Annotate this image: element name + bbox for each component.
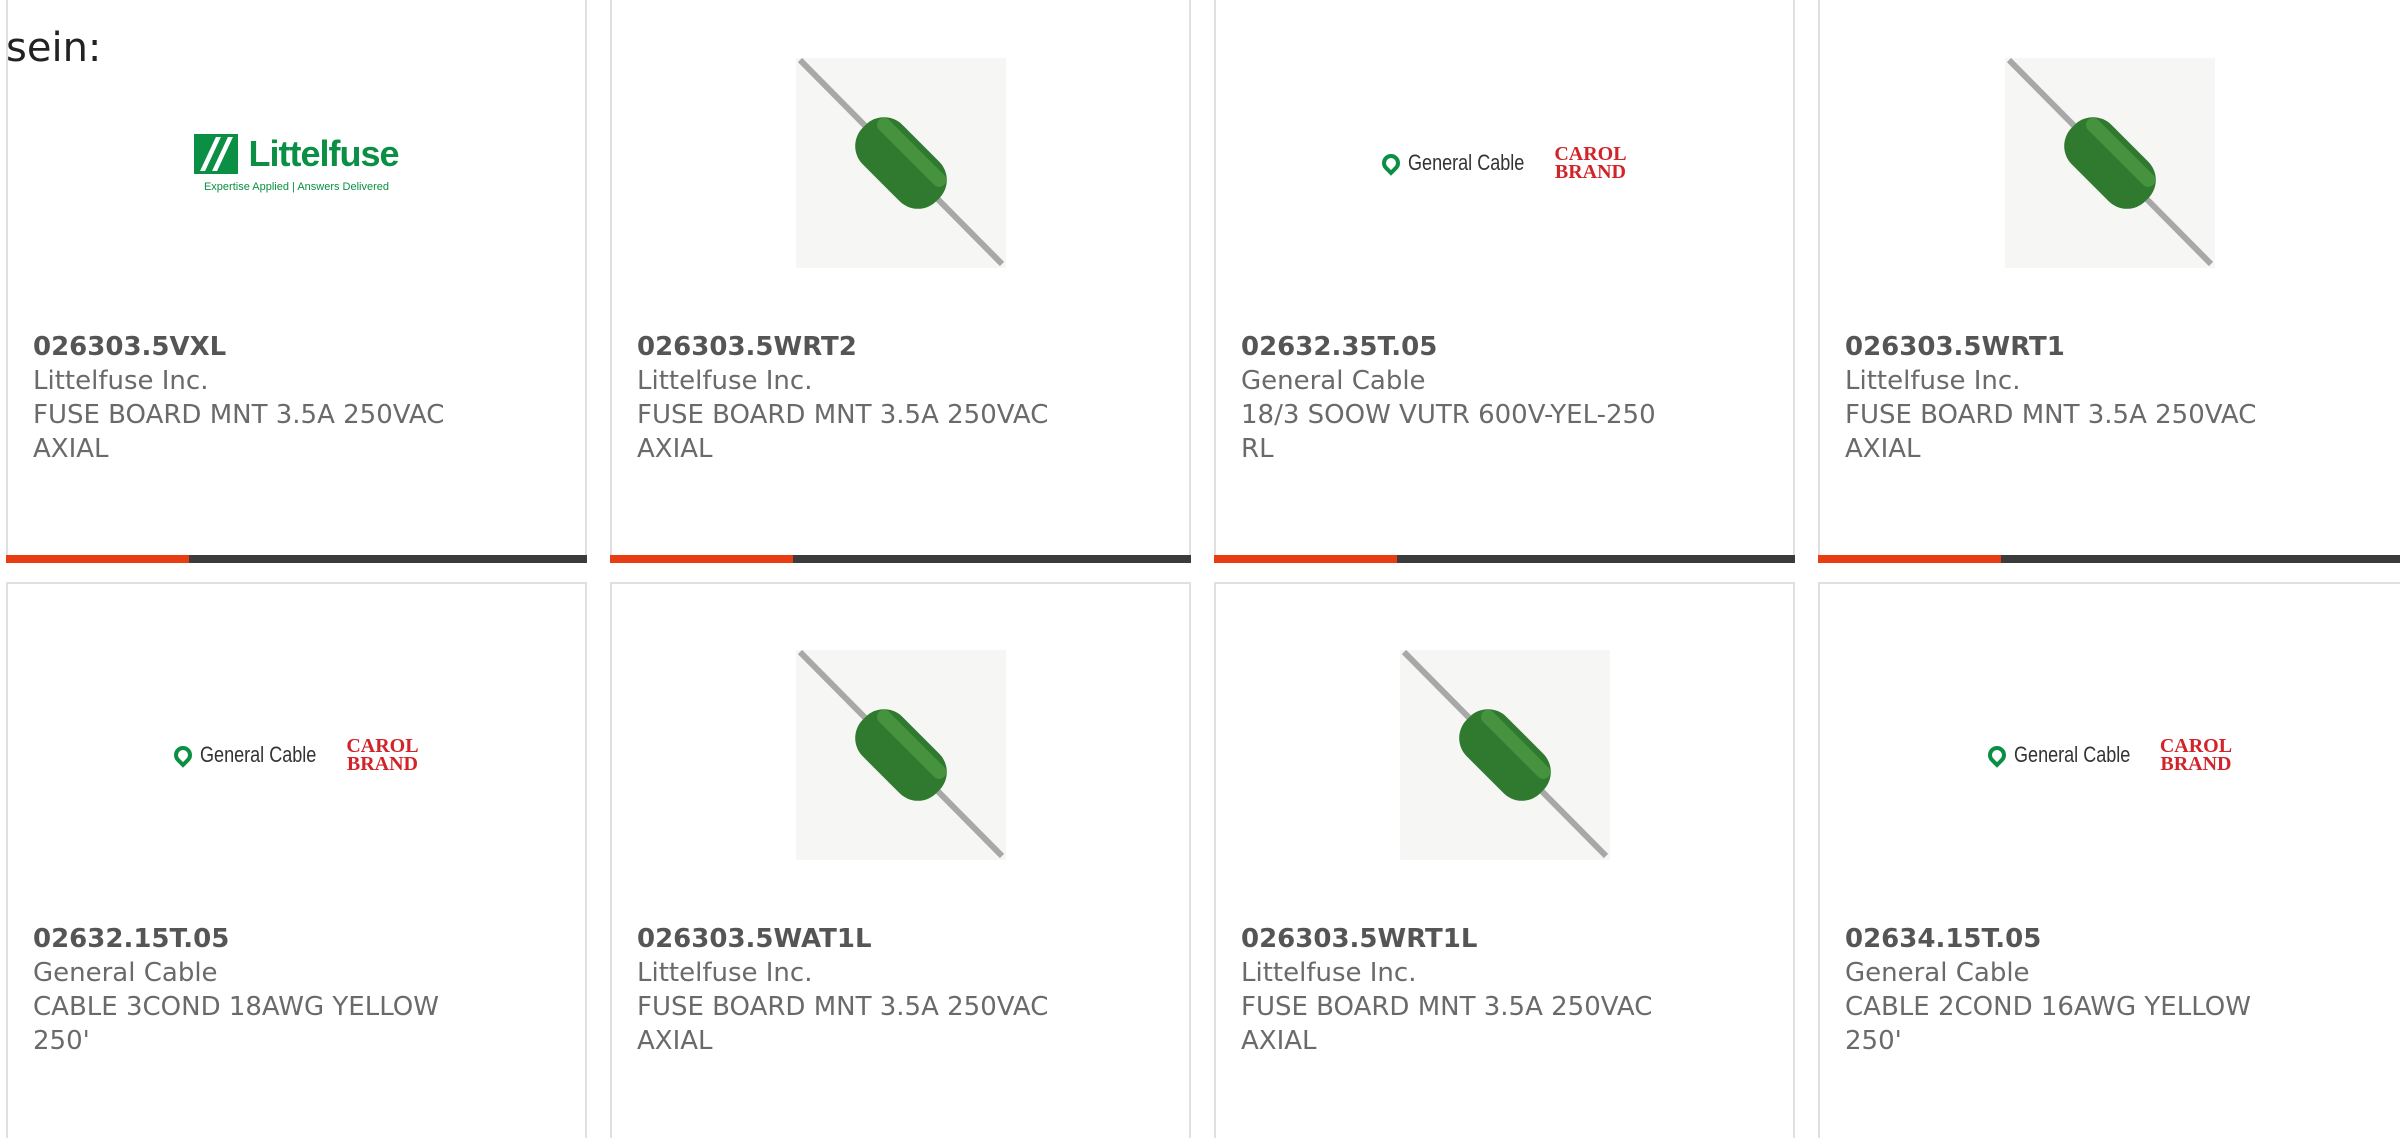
card-accent (1818, 555, 2001, 563)
axial-fuse-image (795, 58, 1006, 268)
description: FUSE BOARD MNT 3.5A 250VAC AXIAL (637, 992, 1049, 1056)
product-image[interactable]: General Cable CAROL BRAND (1216, 58, 1793, 268)
product-info: 026303.5WAT1L Littelfuse Inc. FUSE BOARD… (637, 922, 1169, 1058)
general-cable-wordmark: General Cable (200, 742, 317, 767)
part-number[interactable]: 026303.5WRT2 (637, 330, 1169, 364)
manufacturer: Littelfuse Inc. (33, 366, 209, 396)
description: FUSE BOARD MNT 3.5A 250VAC AXIAL (1241, 992, 1653, 1056)
axial-fuse-image (1399, 650, 1610, 860)
card-accent (1214, 555, 1397, 563)
carol-brand-mark: CAROL BRAND (346, 735, 419, 775)
intro-text: sein: (6, 25, 102, 71)
littelfuse-wordmark: Littelfuse (248, 133, 399, 174)
product-image[interactable] (612, 58, 1189, 268)
product-info: 026303.5WRT1L Littelfuse Inc. FUSE BOARD… (1241, 922, 1773, 1058)
carol-brand-mark: CAROL BRAND (1554, 143, 1627, 183)
product-card[interactable]: General Cable CAROL BRAND 02632.15T.05 G… (6, 582, 587, 1138)
card-accent (610, 555, 793, 563)
manufacturer: Littelfuse Inc. (637, 958, 813, 988)
general-cable-logo: General Cable CAROL BRAND (1378, 143, 1627, 183)
product-card[interactable]: 026303.5WRT2 Littelfuse Inc. FUSE BOARD … (610, 0, 1191, 563)
card-accent (6, 555, 189, 563)
littelfuse-tagline: Expertise Applied | Answers Delivered (203, 181, 390, 193)
description: FUSE BOARD MNT 3.5A 250VAC AXIAL (1845, 400, 2257, 464)
general-cable-wordmark: General Cable (2013, 742, 2131, 767)
part-number[interactable]: 026303.5WRT1 (1845, 330, 2380, 364)
general-cable-logo: General Cable CAROL BRAND (170, 735, 419, 775)
carol-brand-mark: CAROL BRAND (2159, 735, 2233, 775)
product-image[interactable] (612, 650, 1189, 860)
part-number[interactable]: 026303.5WAT1L (637, 922, 1169, 956)
part-number[interactable]: 02632.15T.05 (33, 922, 565, 956)
product-image[interactable]: Littelfuse Expertise Applied | Answers D… (8, 58, 585, 268)
product-info: 02634.15T.05 General Cable CABLE 2COND 1… (1845, 922, 2380, 1058)
product-card[interactable]: Littelfuse Expertise Applied | Answers D… (6, 0, 587, 563)
part-number[interactable]: 02634.15T.05 (1845, 922, 2380, 956)
general-cable-logo: General Cable CAROL BRAND (1984, 735, 2233, 775)
product-info: 026303.5WRT1 Littelfuse Inc. FUSE BOARD … (1845, 330, 2380, 466)
description: FUSE BOARD MNT 3.5A 250VAC AXIAL (33, 400, 445, 464)
axial-fuse-image (2005, 58, 2215, 268)
description: CABLE 3COND 18AWG YELLOW 250' (33, 992, 439, 1056)
product-info: 026303.5WRT2 Littelfuse Inc. FUSE BOARD … (637, 330, 1169, 466)
card-bottom-bar (610, 555, 1191, 563)
manufacturer: General Cable (33, 958, 218, 988)
manufacturer: Littelfuse Inc. (1845, 366, 2021, 396)
part-number[interactable]: 026303.5VXL (33, 330, 565, 364)
product-card[interactable]: General Cable CAROL BRAND 02634.15T.05 G… (1818, 582, 2400, 1138)
littelfuse-logo: Littelfuse Expertise Applied | Answers D… (194, 133, 400, 193)
product-info: 026303.5VXL Littelfuse Inc. FUSE BOARD M… (33, 330, 565, 466)
part-number[interactable]: 026303.5WRT1L (1241, 922, 1773, 956)
product-image[interactable]: General Cable CAROL BRAND (8, 650, 585, 860)
product-card[interactable]: 026303.5WRT1L Littelfuse Inc. FUSE BOARD… (1214, 582, 1795, 1138)
description: FUSE BOARD MNT 3.5A 250VAC AXIAL (637, 400, 1049, 464)
part-number[interactable]: 02632.35T.05 (1241, 330, 1773, 364)
card-bottom-bar (1818, 555, 2400, 563)
general-cable-mark-icon (1984, 742, 2010, 768)
general-cable-mark-icon (1378, 150, 1405, 176)
product-image[interactable] (1216, 650, 1793, 860)
general-cable-wordmark: General Cable (1408, 150, 1525, 175)
manufacturer: Littelfuse Inc. (637, 366, 813, 396)
card-bottom-bar (1214, 555, 1795, 563)
product-info: 02632.35T.05 General Cable 18/3 SOOW VUT… (1241, 330, 1773, 466)
manufacturer: Littelfuse Inc. (1241, 958, 1417, 988)
general-cable-mark-icon (170, 742, 197, 768)
product-image[interactable]: General Cable CAROL BRAND (1820, 650, 2400, 860)
product-card[interactable]: General Cable CAROL BRAND 02632.35T.05 G… (1214, 0, 1795, 563)
product-image[interactable] (1820, 58, 2400, 268)
description: CABLE 2COND 16AWG YELLOW 250' (1845, 992, 2251, 1056)
manufacturer: General Cable (1845, 958, 2030, 988)
axial-fuse-image (795, 650, 1006, 860)
card-bottom-bar (6, 555, 587, 563)
product-card[interactable]: 026303.5WRT1 Littelfuse Inc. FUSE BOARD … (1818, 0, 2400, 563)
product-info: 02632.15T.05 General Cable CABLE 3COND 1… (33, 922, 565, 1058)
description: 18/3 SOOW VUTR 600V-YEL-250 RL (1241, 400, 1656, 464)
littelfuse-mark-icon (194, 134, 239, 174)
product-grid: Littelfuse Expertise Applied | Answers D… (0, 0, 2400, 1138)
manufacturer: General Cable (1241, 366, 1426, 396)
product-card[interactable]: 026303.5WAT1L Littelfuse Inc. FUSE BOARD… (610, 582, 1191, 1138)
